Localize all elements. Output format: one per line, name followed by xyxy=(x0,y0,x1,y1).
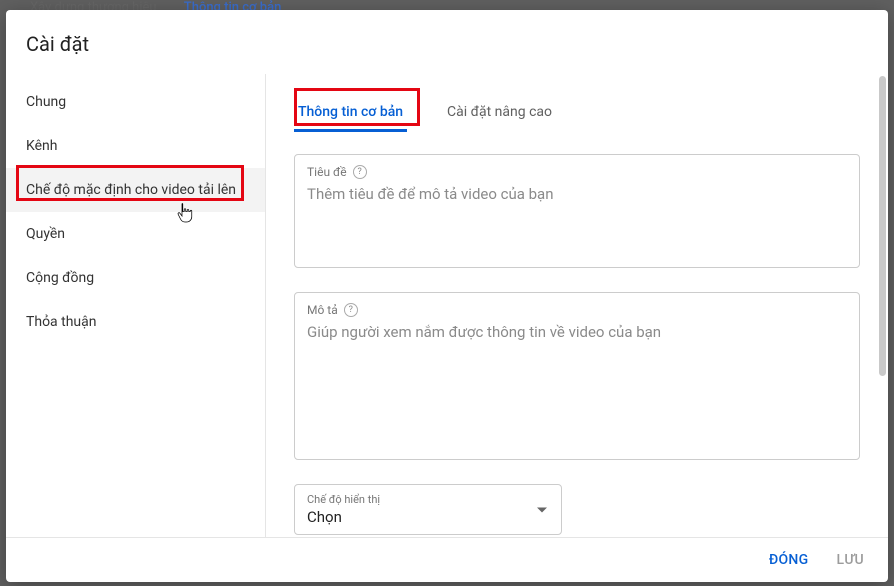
help-icon[interactable]: ? xyxy=(344,303,358,317)
sidebar-item-label: Thỏa thuận xyxy=(26,314,97,330)
close-button[interactable]: ĐÓNG xyxy=(769,552,809,568)
tab-basic-info[interactable]: Thông tin cơ bản xyxy=(294,96,407,132)
sidebar-item-permissions[interactable]: Quyền xyxy=(6,212,265,256)
dialog-body: Chung Kênh Chế độ mặc định cho video tải… xyxy=(6,74,888,537)
title-field[interactable]: Tiêu đề ? xyxy=(294,154,860,268)
title-label: Tiêu đề xyxy=(307,165,347,179)
title-input[interactable] xyxy=(307,185,847,251)
sidebar: Chung Kênh Chế độ mặc định cho video tải… xyxy=(6,74,266,537)
description-input[interactable] xyxy=(307,323,847,443)
sidebar-item-upload-defaults[interactable]: Chế độ mặc định cho video tải lên xyxy=(6,168,265,212)
sidebar-item-label: Cộng đồng xyxy=(26,270,94,286)
sidebar-item-agreements[interactable]: Thỏa thuận xyxy=(6,300,265,344)
tab-label: Cài đặt nâng cao xyxy=(447,104,552,120)
visibility-select[interactable]: Chế độ hiển thị Chọn xyxy=(294,484,562,535)
tabs: Thông tin cơ bản Cài đặt nâng cao xyxy=(294,74,860,132)
sidebar-item-channel[interactable]: Kênh xyxy=(6,124,265,168)
description-label: Mô tả xyxy=(307,303,338,317)
sidebar-item-label: Kênh xyxy=(26,138,57,154)
save-button[interactable]: LƯU xyxy=(837,552,865,568)
help-icon[interactable]: ? xyxy=(353,165,367,179)
visibility-label: Chế độ hiển thị xyxy=(307,493,549,506)
sidebar-item-label: Chế độ mặc định cho video tải lên xyxy=(26,182,236,198)
title-label-row: Tiêu đề ? xyxy=(307,165,847,179)
sidebar-item-community[interactable]: Cộng đồng xyxy=(6,256,265,300)
dialog-footer: ĐÓNG LƯU xyxy=(6,537,888,582)
visibility-value: Chọn xyxy=(307,508,549,526)
backdrop: Xây dựng thương hiệu Thông tin cơ bản Cà… xyxy=(0,0,894,586)
sidebar-item-general[interactable]: Chung xyxy=(6,80,265,124)
sidebar-item-label: Quyền xyxy=(26,226,65,242)
chevron-down-icon xyxy=(537,507,547,512)
tab-advanced-settings[interactable]: Cài đặt nâng cao xyxy=(443,96,556,132)
description-field[interactable]: Mô tả ? xyxy=(294,292,860,460)
tab-label: Thông tin cơ bản xyxy=(298,104,403,120)
content-panel: Thông tin cơ bản Cài đặt nâng cao Tiêu đ… xyxy=(266,74,888,537)
dialog-title: Cài đặt xyxy=(6,10,888,74)
description-label-row: Mô tả ? xyxy=(307,303,847,317)
sidebar-item-label: Chung xyxy=(26,94,66,110)
settings-dialog: Cài đặt Chung Kênh Chế độ mặc định cho v… xyxy=(6,10,888,582)
